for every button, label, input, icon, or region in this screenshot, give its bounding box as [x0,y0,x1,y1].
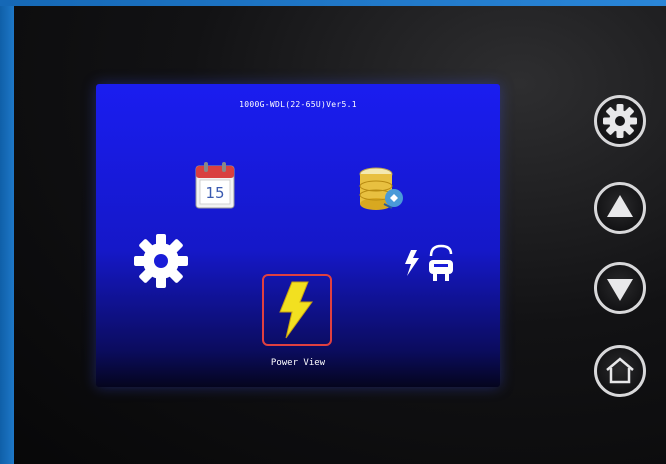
home-button[interactable] [594,345,646,397]
up-button[interactable] [594,182,646,234]
device-bezel-left [0,0,14,464]
hmi-screen: 1000G-WDL(22-65U)Ver5.1 15 Power View [96,84,500,387]
device-title: 1000G-WDL(22-65U)Ver5.1 [239,100,357,109]
triangle-up-icon [607,195,633,217]
gear-icon [603,104,637,138]
calendar-icon[interactable]: 15 [192,160,240,212]
settings-button[interactable] [594,95,646,147]
power-connection-icon[interactable] [401,242,457,284]
power-view-label: Power View [270,358,326,368]
triangle-down-icon [607,279,633,301]
power-view-icon [279,281,313,339]
down-button[interactable] [594,262,646,314]
home-icon [606,357,634,384]
settings-icon[interactable] [130,230,192,292]
power-view-button[interactable] [262,274,332,346]
database-icon[interactable] [354,164,406,214]
calendar-day: 15 [205,184,224,202]
device-bezel-top [0,0,666,6]
